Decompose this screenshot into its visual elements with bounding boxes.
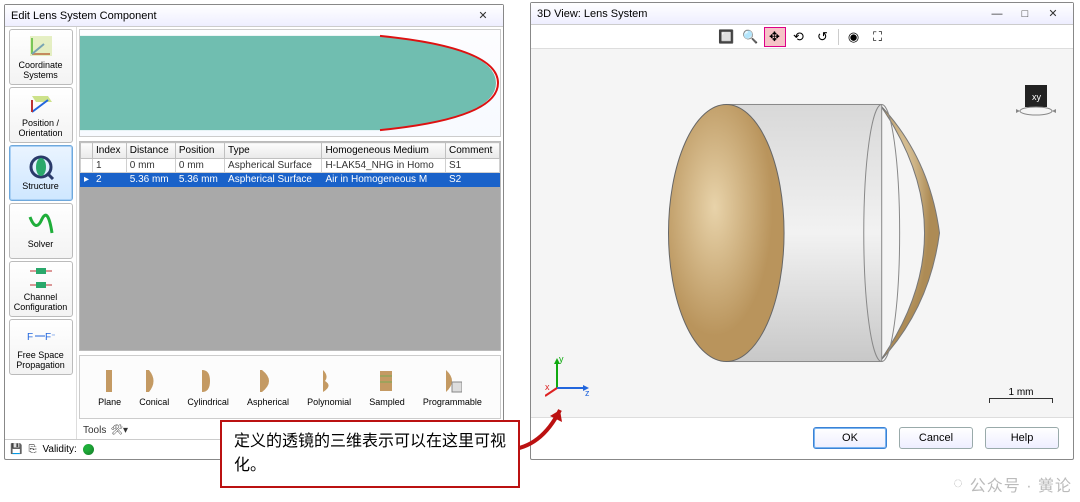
tab-position-orientation[interactable]: Position / Orientation — [9, 87, 73, 143]
3d-view-window: 3D View: Lens System — □ ✕ 🔲 🔍 ✥ ⟲ ↺ ◉ ⛶… — [530, 2, 1074, 460]
maximize-icon[interactable]: □ — [1011, 6, 1039, 22]
tab-channel-configuration[interactable]: Channel Configuration — [9, 261, 73, 317]
channel-icon — [27, 265, 55, 291]
side-tab-strip: Coordinate Systems Position / Orientatio… — [5, 27, 77, 439]
axis-gizmo-icon: y z x — [545, 350, 595, 405]
solver-icon — [27, 212, 55, 238]
close-icon[interactable]: ✕ — [469, 8, 497, 24]
structure-icon — [27, 154, 55, 180]
minimize-icon[interactable]: — — [983, 6, 1011, 22]
lens-profile-preview — [79, 29, 501, 137]
shape-polynomial[interactable]: Polynomial — [307, 367, 351, 407]
shape-plane[interactable]: Plane — [98, 367, 121, 407]
copy-icon[interactable]: ⎘ — [28, 444, 36, 455]
col-index[interactable]: Index — [93, 143, 127, 159]
wechat-icon: ◌ — [953, 475, 964, 493]
save-icon[interactable]: 💾 — [10, 444, 22, 455]
separator — [838, 29, 839, 45]
tab-structure[interactable]: Structure — [9, 145, 73, 201]
tools-icon: 🛠▾ — [110, 425, 128, 436]
propagation-icon: F F⁻¹ — [27, 323, 55, 349]
view-title: 3D View: Lens System — [537, 8, 983, 20]
tab-free-space-propagation[interactable]: F F⁻¹ Free Space Propagation — [9, 319, 73, 375]
col-comment[interactable]: Comment — [446, 143, 500, 159]
tab-label: Position / Orientation — [10, 119, 72, 139]
svg-text:xy: xy — [1032, 92, 1042, 102]
edit-lens-window: Edit Lens System Component ✕ Coordinate … — [4, 4, 504, 460]
surface-table[interactable]: Index Distance Position Type Homogeneous… — [79, 141, 501, 351]
shape-conical[interactable]: Conical — [139, 367, 169, 407]
fullscreen-icon[interactable]: ⛶ — [867, 27, 889, 47]
svg-text:x: x — [545, 382, 550, 392]
shape-sampled[interactable]: Sampled — [369, 367, 405, 407]
tab-solver[interactable]: Solver — [9, 203, 73, 259]
validity-label: Validity: — [42, 444, 76, 455]
svg-text:F⁻¹: F⁻¹ — [45, 332, 55, 343]
svg-text:F: F — [27, 332, 33, 343]
svg-text:z: z — [585, 388, 590, 398]
rotate-icon[interactable]: ↺ — [812, 27, 834, 47]
help-button[interactable]: Help — [985, 427, 1059, 449]
watermark: ◌ 公众号 · 黉论 — [953, 472, 1072, 496]
col-type[interactable]: Type — [225, 143, 322, 159]
zoom-icon[interactable]: 🔍 — [740, 27, 762, 47]
tab-label: Coordinate Systems — [10, 61, 72, 81]
surface-type-palette: Plane Conical Cylindrical Aspherical Pol… — [79, 355, 501, 419]
cancel-button[interactable]: Cancel — [899, 427, 973, 449]
camera-icon[interactable]: ◉ — [843, 27, 865, 47]
svg-text:y: y — [559, 354, 564, 364]
orientation-icon — [27, 91, 55, 117]
edit-titlebar: Edit Lens System Component ✕ — [5, 5, 503, 27]
tab-label: Channel Configuration — [10, 293, 72, 313]
dialog-buttons: OK Cancel Help — [531, 417, 1073, 457]
3d-viewport[interactable]: xy y z x 1 mm — [531, 49, 1073, 417]
shape-aspherical[interactable]: Aspherical — [247, 367, 289, 407]
tab-label: Free Space Propagation — [10, 351, 72, 371]
shape-cylindrical[interactable]: Cylindrical — [187, 367, 229, 407]
scale-bar: 1 mm — [989, 387, 1053, 403]
table-row[interactable]: 1 0 mm 0 mm Aspherical Surface H-LAK54_N… — [81, 159, 500, 173]
ok-button[interactable]: OK — [813, 427, 887, 449]
edit-title: Edit Lens System Component — [11, 10, 469, 22]
col-medium[interactable]: Homogeneous Medium — [322, 143, 446, 159]
pan-icon[interactable]: ✥ — [764, 27, 786, 47]
shape-programmable[interactable]: Programmable — [423, 367, 482, 407]
zoom-area-icon[interactable]: 🔲 — [716, 27, 738, 47]
tab-coordinate-systems[interactable]: Coordinate Systems — [9, 29, 73, 85]
reset-icon[interactable]: ⟲ — [788, 27, 810, 47]
view-titlebar: 3D View: Lens System — □ ✕ — [531, 3, 1073, 25]
view-toolbar: 🔲 🔍 ✥ ⟲ ↺ ◉ ⛶ — [531, 25, 1073, 49]
tab-label: Solver — [28, 240, 54, 250]
tab-label: Structure — [22, 182, 59, 192]
table-row-selected[interactable]: ▸ 2 5.36 mm 5.36 mm Aspherical Surface A… — [81, 173, 500, 187]
col-distance[interactable]: Distance — [126, 143, 175, 159]
annotation-callout: 定义的透镜的三维表示可以在这里可视化。 — [220, 420, 520, 488]
col-position[interactable]: Position — [175, 143, 224, 159]
view-cube-icon[interactable]: xy — [1013, 79, 1057, 124]
axes-icon — [27, 33, 55, 59]
validity-ok-icon — [83, 444, 94, 455]
close-icon[interactable]: ✕ — [1039, 6, 1067, 22]
